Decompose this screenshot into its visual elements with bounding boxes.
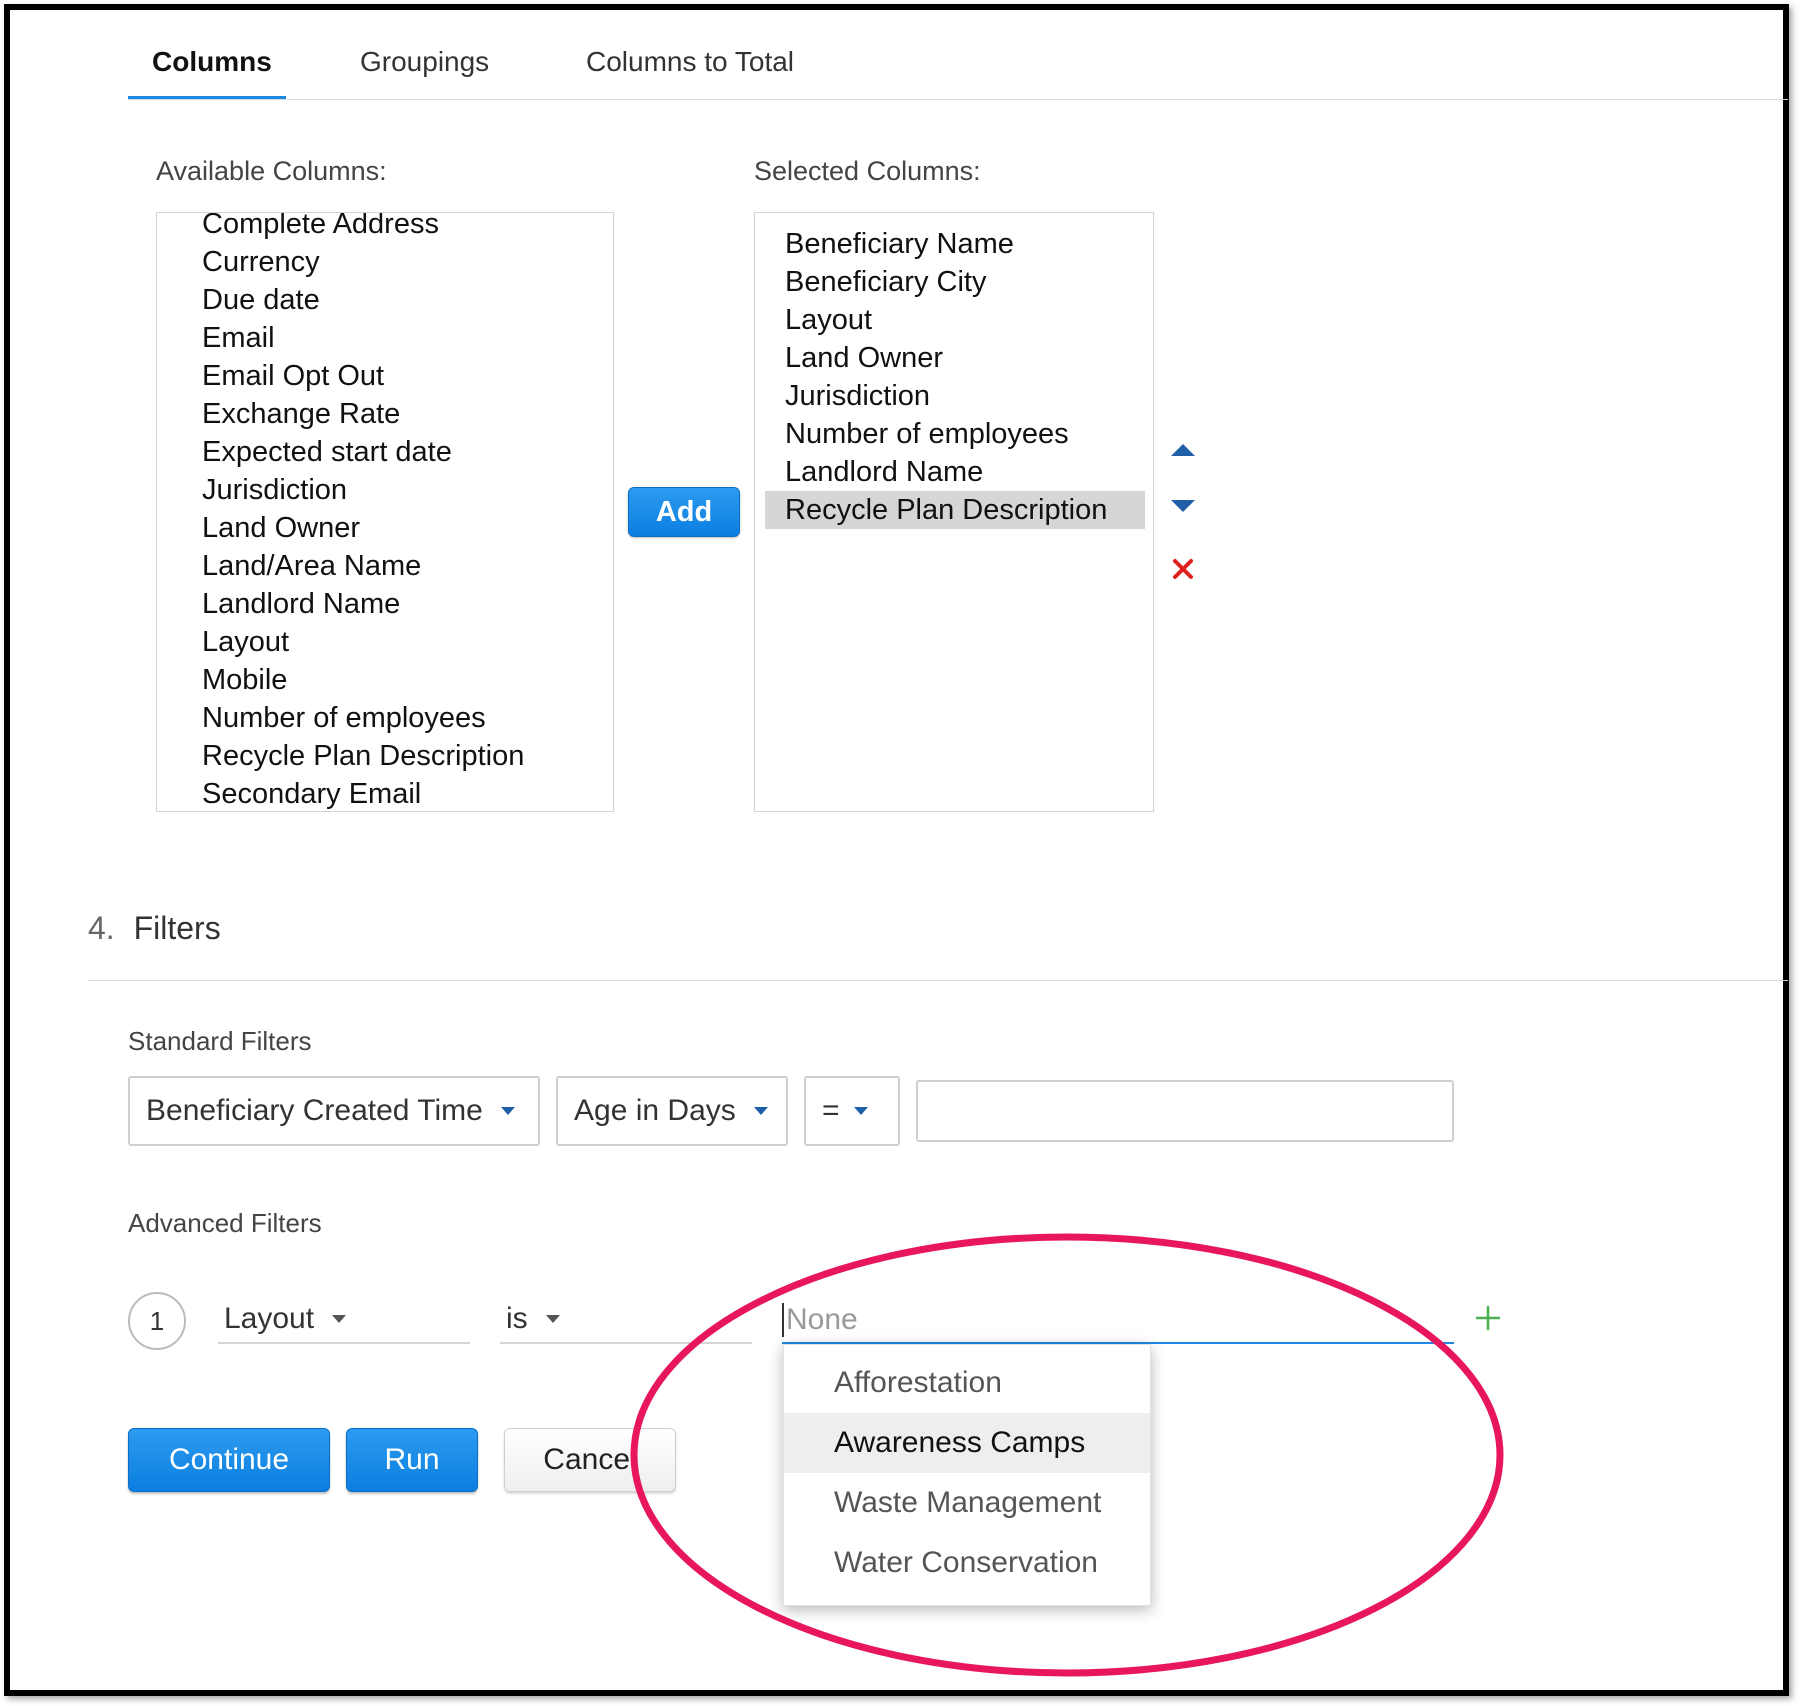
tabs-divider [128,99,1788,100]
available-column-option[interactable]: Mobile [202,661,613,699]
advanced-field-value: Layout [224,1302,315,1335]
selected-column-option[interactable]: Beneficiary City [765,263,1145,301]
available-column-option[interactable]: Landlord Name [202,585,613,623]
plus-icon[interactable] [1474,1304,1502,1332]
available-column-option[interactable]: Expected start date [202,433,613,471]
selected-column-option[interactable]: Layout [765,301,1145,339]
advanced-value-input[interactable]: None [782,1298,1454,1344]
chevron-down-icon [545,1315,560,1323]
advanced-filters-label: Advanced Filters [128,1208,322,1238]
selected-column-option[interactable]: Beneficiary Name [765,225,1145,263]
available-column-option[interactable]: Secondary Email [202,775,613,811]
dropdown-option[interactable]: Water Conservation [784,1533,1150,1593]
red-x-icon[interactable] [1172,558,1194,580]
tab-columns-to-total[interactable]: Columns to Total [586,46,794,78]
filter-row-number: 1 [128,1292,186,1350]
active-tab-indicator [128,96,286,99]
dropdown-option[interactable]: Afforestation [784,1353,1150,1413]
add-button[interactable]: Add [628,487,740,537]
standard-field-select[interactable]: Beneficiary Created Time [128,1076,540,1146]
standard-operator-value: = [822,1094,840,1127]
standard-period-value: Age in Days [574,1094,736,1127]
selected-columns-label: Selected Columns: [754,156,981,186]
selected-column-option[interactable]: Number of employees [765,415,1145,453]
selected-columns-list[interactable]: Beneficiary Name Beneficiary City Layout La… [754,212,1154,812]
tab-groupings[interactable]: Groupings [360,46,489,78]
chevron-down-icon [753,1107,768,1115]
text-cursor [782,1303,784,1337]
triangle-up-icon[interactable] [1170,442,1196,458]
available-column-option[interactable]: Due date [202,281,613,319]
advanced-operator-select[interactable]: is [500,1296,752,1344]
dropdown-option[interactable]: Waste Management [784,1473,1150,1533]
standard-filters-label: Standard Filters [128,1026,312,1056]
filters-title: Filters [133,910,221,946]
standard-operator-select[interactable]: = [804,1076,900,1146]
available-column-option[interactable]: Currency [202,243,613,281]
tab-columns[interactable]: Columns [152,46,272,78]
chevron-down-icon [500,1107,515,1115]
available-column-option[interactable]: Land/Area Name [202,547,613,585]
selected-column-option[interactable]: Jurisdiction [765,377,1145,415]
cancel-button[interactable]: Cancel [504,1428,676,1492]
available-column-option[interactable]: Layout [202,623,613,661]
dropdown-option[interactable]: Awareness Camps [784,1413,1150,1473]
available-column-option[interactable]: Number of employees [202,699,613,737]
standard-period-select[interactable]: Age in Days [556,1076,788,1146]
available-column-option[interactable]: Jurisdiction [202,471,613,509]
available-column-option[interactable]: Email Opt Out [202,357,613,395]
available-columns-list[interactable]: Complete Address Currency Due date Email Ema… [156,212,614,812]
selected-column-option[interactable]: Recycle Plan Description [765,491,1145,529]
filters-heading: 4. Filters [88,910,221,947]
continue-button[interactable]: Continue [128,1428,330,1492]
filters-divider [88,980,1788,981]
available-columns-label: Available Columns: [156,156,387,186]
run-button[interactable]: Run [346,1428,478,1492]
selected-column-option[interactable]: Land Owner [765,339,1145,377]
advanced-operator-value: is [506,1302,528,1335]
layout-options-dropdown[interactable]: Afforestation Awareness Camps Waste Manage… [783,1344,1151,1606]
available-column-option[interactable]: Exchange Rate [202,395,613,433]
available-column-option[interactable]: Complete Address [202,213,613,243]
available-column-option[interactable]: Land Owner [202,509,613,547]
chevron-down-icon [853,1107,868,1115]
standard-field-value: Beneficiary Created Time [146,1094,483,1127]
filters-number: 4. [88,910,115,946]
available-column-option[interactable]: Email [202,319,613,357]
advanced-field-select[interactable]: Layout [218,1296,470,1344]
selected-column-option[interactable]: Landlord Name [765,453,1145,491]
chevron-down-icon [332,1315,347,1323]
available-column-option[interactable]: Recycle Plan Description [202,737,613,775]
triangle-down-icon[interactable] [1170,498,1196,514]
standard-value-input[interactable] [916,1080,1454,1142]
advanced-value-placeholder: None [786,1303,858,1336]
